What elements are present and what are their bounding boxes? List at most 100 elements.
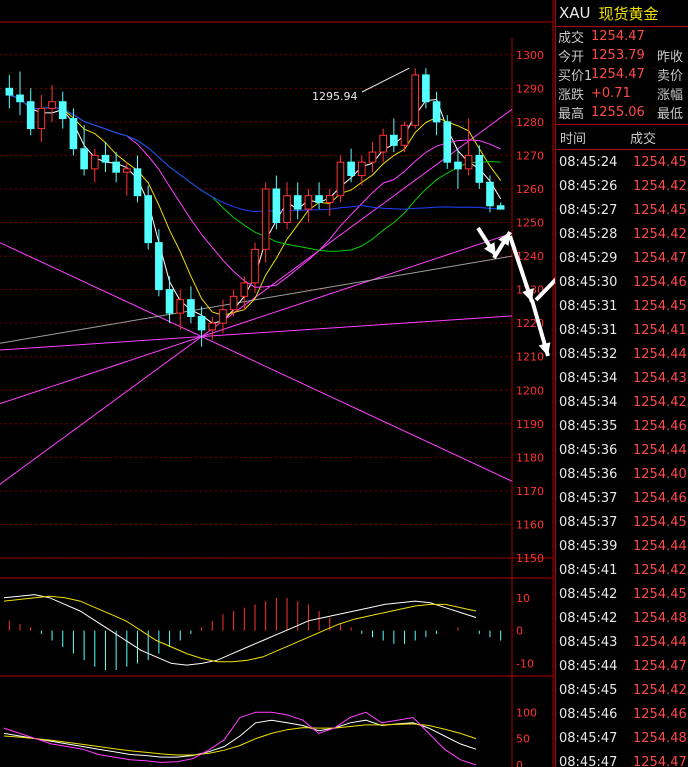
tick-row[interactable]: 08:45:42 1254.48 [556,606,688,630]
tick-time: 08:45:37 [559,514,618,530]
quote-row-extra: 卖价 [657,69,684,84]
tick-time: 08:45:41 [559,562,618,578]
tick-time: 08:45:34 [559,394,618,410]
trend-line [0,315,513,351]
tick-row[interactable]: 08:45:47 1254.48 [556,726,688,750]
tick-row[interactable]: 08:45:42 1254.45 [556,582,688,606]
tick-row[interactable]: 08:45:43 1254.44 [556,630,688,654]
tick-time: 08:45:47 [559,730,618,746]
candle-body [155,242,163,291]
tick-row[interactable]: 08:45:31 1254.41 [556,318,688,342]
tick-time: 08:45:30 [559,274,618,290]
y-tick-label: 1180 [516,451,544,464]
candle-body [496,205,505,210]
tick-row[interactable]: 08:45:24 1254.45 [556,150,688,174]
candle-body [112,161,120,173]
tick-row[interactable]: 08:45:29 1254.47 [556,246,688,270]
tick-row[interactable]: 08:45:26 1254.42 [556,174,688,198]
candle-body [422,74,430,103]
candle-body [16,94,24,103]
tick-row[interactable]: 08:45:28 1254.42 [556,222,688,246]
tick-price: 1254.40 [633,466,687,482]
candle-body [432,101,441,123]
tick-row[interactable]: 08:45:30 1254.46 [556,270,688,294]
candle-body [272,188,281,224]
kdj-tick-label: 0 [516,759,523,767]
candle-body [336,161,345,197]
kdj-line [3,723,477,756]
tick-row[interactable]: 08:45:31 1254.45 [556,294,688,318]
candle-body [144,195,153,244]
tick-time: 08:45:39 [559,538,618,554]
quote-row: 最高 1255.06 最低 [556,103,688,122]
tick-row[interactable]: 08:45:32 1254.44 [556,342,688,366]
tick-price: 1254.43 [633,370,687,386]
y-tick-label: 1150 [516,552,544,565]
tick-row[interactable]: 08:45:34 1254.42 [556,390,688,414]
quote-symbol: XAU [559,4,591,22]
tick-price: 1254.45 [633,586,687,602]
tick-time: 08:45:37 [559,490,618,506]
tick-price: 1254.42 [633,178,687,194]
tick-row[interactable]: 08:45:27 1254.45 [556,198,688,222]
candle-body [80,148,88,170]
tick-time: 08:45:32 [559,346,618,362]
tick-time: 08:45:44 [559,658,618,674]
tick-price: 1254.46 [633,274,687,290]
candle-body [58,101,67,120]
candle-body [315,195,323,203]
tick-time: 08:45:34 [559,370,618,386]
candle-body [304,195,313,210]
quote-row-extra: 昨收 [657,50,684,65]
tick-time: 08:45:24 [559,154,618,170]
tick-price: 1254.47 [633,754,687,767]
tick-row[interactable]: 08:45:37 1254.46 [556,486,688,510]
annotations: 1295.94 [312,67,410,103]
candle-body [357,161,366,177]
candle-body [69,118,78,150]
quote-row: 买价1 1254.47 卖价 [556,65,688,84]
quote-row-label: 最高 [558,107,585,122]
tick-row[interactable]: 08:45:35 1254.46 [556,414,688,438]
panel-frames [0,0,554,767]
quote-row-extra: 涨幅 [657,88,684,103]
tick-list[interactable]: 08:45:24 1254.45 08:45:26 1254.42 08:45:27 12… [556,150,688,767]
tick-time-header: 时间 [560,131,587,147]
tick-price: 1254.45 [633,154,687,170]
tick-row[interactable]: 08:45:39 1254.44 [556,534,688,558]
tick-row[interactable]: 08:45:45 1254.42 [556,678,688,702]
candle-body [464,154,473,170]
tick-price: 1254.46 [633,706,687,722]
tick-row[interactable]: 08:45:46 1254.46 [556,702,688,726]
tick-row[interactable]: 08:45:44 1254.47 [556,654,688,678]
quote-name: 现货黄金 [598,4,659,23]
tick-price: 1254.42 [633,394,687,410]
macd-panel: 10 0 -10 [3,592,534,670]
tick-time: 08:45:47 [559,754,618,767]
quote-row-value: 1253.79 [591,48,645,63]
quote-row-label: 今开 [558,50,585,65]
tick-price: 1254.45 [633,298,687,314]
tick-row[interactable]: 08:45:36 1254.44 [556,438,688,462]
y-tick-label: 1170 [516,485,544,498]
tick-row[interactable]: 08:45:47 1254.47 [556,750,688,767]
macd-tick-label: 10 [516,592,530,605]
tick-row[interactable]: 08:45:37 1254.45 [556,510,688,534]
tick-time: 08:45:42 [559,586,618,602]
tick-time: 08:45:35 [559,418,618,434]
tick-time: 08:45:46 [559,706,618,722]
tick-time: 08:45:45 [559,682,618,698]
quote-row-value: 1254.47 [591,67,645,82]
candle-body [293,195,302,210]
macd-line [3,594,477,666]
tick-time: 08:45:36 [559,442,618,458]
candle-body [101,154,110,163]
candle-body [176,299,185,314]
quote-row-value: +0.71 [591,86,631,101]
tick-row[interactable]: 08:45:41 1254.42 [556,558,688,582]
kdj-line [3,711,477,766]
tick-row[interactable]: 08:45:36 1254.40 [556,462,688,486]
tick-header: 时间 成交 [556,124,688,150]
candle-body [5,87,14,96]
tick-row[interactable]: 08:45:34 1254.43 [556,366,688,390]
